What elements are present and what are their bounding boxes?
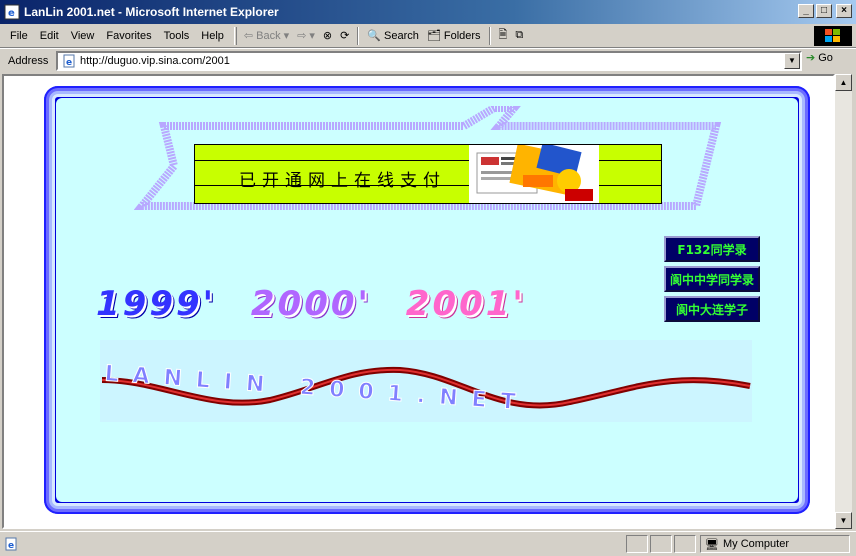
search-icon: 🔍 <box>367 30 382 42</box>
back-button[interactable]: ⇦ Back ▾ <box>241 26 292 46</box>
status-bar: e 🖥 My Computer <box>0 531 856 556</box>
history-icon: 🗎 <box>498 29 508 41</box>
address-dropdown-button[interactable]: ▼ <box>784 53 800 69</box>
link-langzhong-dalian-students[interactable]: 阆中大连学子 <box>664 296 760 322</box>
folders-label: Folders <box>443 29 481 42</box>
vertical-scrollbar[interactable]: ▲ ▼ <box>835 74 852 529</box>
go-arrow-icon: ➔ <box>806 52 816 64</box>
years-heading: 1999' 2000' 2001' <box>96 284 526 324</box>
search-label: Search <box>384 29 419 42</box>
stop-button[interactable]: ⊗ <box>320 26 335 46</box>
refresh-button[interactable]: ⟳ <box>337 26 352 46</box>
menu-bar: File Edit View Favorites Tools Help <box>0 30 230 42</box>
menu-favorites[interactable]: Favorites <box>100 30 157 42</box>
window-title: LanLin 2001.net - Microsoft Internet Exp… <box>24 5 279 19</box>
address-bar-row: Address e http://duguo.vip.sina.com/2001… <box>0 48 856 72</box>
zone-label: My Computer <box>722 538 789 550</box>
svg-text:e: e <box>66 58 72 68</box>
title-bar: e LanLin 2001.net - Microsoft Internet E… <box>0 0 856 24</box>
toolbar-grip[interactable] <box>233 26 237 45</box>
minimize-button[interactable]: _ <box>798 4 814 18</box>
year-2000: 2000' <box>250 284 371 324</box>
go-label: Go <box>818 51 833 64</box>
fullscreen-button[interactable]: ⧉ <box>512 26 526 46</box>
ie-page-icon: e <box>4 4 20 20</box>
chevron-down-icon: ▾ <box>309 30 315 42</box>
search-button[interactable]: 🔍 Search <box>364 26 422 46</box>
svg-text:e: e <box>8 8 15 19</box>
scroll-up-button[interactable]: ▲ <box>835 74 852 91</box>
back-arrow-icon: ⇦ <box>243 30 254 42</box>
back-label: Back <box>256 29 281 42</box>
toolbar-separator <box>357 26 360 45</box>
menu-edit[interactable]: Edit <box>34 30 65 42</box>
toolbar: ⇦ Back ▾ ⇨ ▾ ⊗ ⟳ 🔍 Search 🗂 Folders 🗎 ⧉ <box>241 26 526 46</box>
banner-text: 已开通网上在线支付 <box>239 171 446 191</box>
status-cell <box>626 535 648 553</box>
payment-cards-image <box>469 145 599 203</box>
wave-text: LANLIN 2001.NET <box>104 361 530 416</box>
menu-help[interactable]: Help <box>195 30 230 42</box>
link-langzhong-middle-school[interactable]: 阆中中学同学录 <box>664 266 760 292</box>
menu-tools[interactable]: Tools <box>158 30 196 42</box>
folders-icon: 🗂 <box>426 30 441 42</box>
go-button[interactable]: ➔ Go <box>806 51 833 65</box>
maximize-button[interactable]: □ <box>816 4 832 18</box>
forward-button[interactable]: ⇨ ▾ <box>294 26 318 46</box>
computer-icon: 🖥 <box>705 538 719 551</box>
address-input[interactable]: e http://duguo.vip.sina.com/2001 ▼ <box>56 51 802 71</box>
status-cell <box>674 535 696 553</box>
toolbar-separator <box>488 26 491 45</box>
page-viewport[interactable]: 已开通网上在线支付 F132同学录 阆中中学同学录 阆中大连学子 1999' 2… <box>2 74 835 529</box>
page-done-icon: e <box>5 537 17 551</box>
chevron-down-icon: ▾ <box>283 30 290 42</box>
svg-text:e: e <box>8 541 14 551</box>
status-cell <box>650 535 672 553</box>
refresh-icon: ⟳ <box>340 30 350 42</box>
address-url: http://duguo.vip.sina.com/2001 <box>80 55 230 67</box>
page-icon: e <box>63 54 75 68</box>
payment-banner[interactable]: 已开通网上在线支付 <box>194 144 662 204</box>
history-button[interactable]: 🗎 <box>496 26 511 46</box>
year-2001: 2001' <box>405 284 526 324</box>
year-1999: 1999' <box>96 284 217 324</box>
windows-flag-icon <box>825 29 840 42</box>
scroll-down-button[interactable]: ▼ <box>835 512 852 529</box>
security-zone: 🖥 My Computer <box>700 535 850 553</box>
close-button[interactable]: × <box>836 4 852 18</box>
fullscreen-icon: ⧉ <box>515 29 524 41</box>
stop-icon: ⊗ <box>322 30 333 42</box>
forward-arrow-icon: ⇨ <box>297 30 307 42</box>
windows-logo <box>814 26 852 46</box>
link-f132-classmates[interactable]: F132同学录 <box>664 236 760 262</box>
menu-view[interactable]: View <box>65 30 101 42</box>
menu-toolbar-row: File Edit View Favorites Tools Help ⇦ Ba… <box>0 24 856 48</box>
folders-button[interactable]: 🗂 Folders <box>424 26 484 46</box>
menu-file[interactable]: File <box>4 30 34 42</box>
wave-banner: LANLIN 2001.NET <box>100 340 752 422</box>
